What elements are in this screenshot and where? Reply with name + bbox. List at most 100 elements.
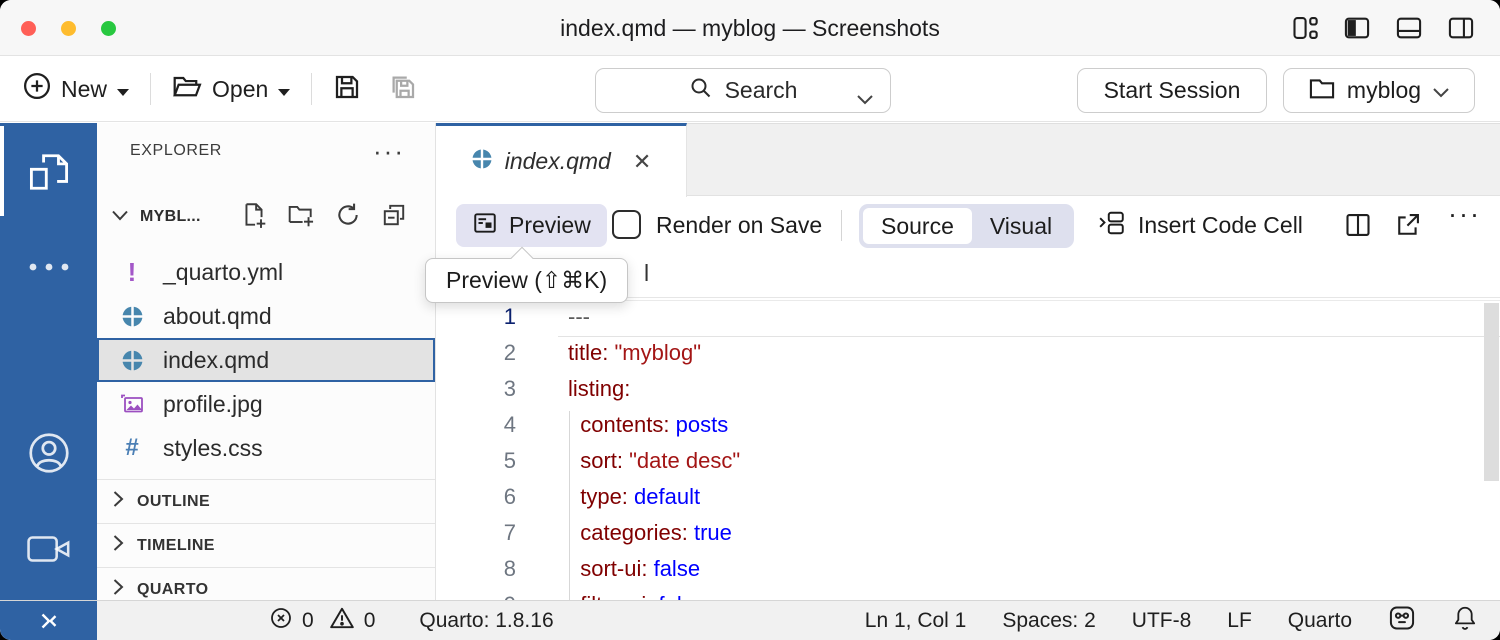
open-button-label: Open (212, 76, 268, 103)
workspace-label: myblog (1347, 77, 1421, 104)
chevron-down-icon (116, 76, 130, 103)
refresh-icon[interactable] (335, 202, 361, 233)
visual-mode-button[interactable]: Visual (972, 208, 1070, 244)
indentation-status[interactable]: Spaces: 2 (1002, 609, 1095, 633)
code-line[interactable]: 6 type: default (436, 479, 1500, 515)
language-mode-status[interactable]: Quarto (1288, 609, 1352, 633)
insert-code-cell-icon (1098, 210, 1126, 242)
error-count: 0 (302, 609, 314, 633)
file-row-styles-css[interactable]: # styles.css (97, 426, 435, 470)
workspace-name: MYBL... (140, 208, 201, 226)
preview-button[interactable]: Preview (456, 204, 607, 247)
window-title: index.qmd — myblog — Screenshots (0, 0, 1500, 56)
code-editor[interactable]: 1 --- 2 title: "myblog" 3 listing: 4 con… (436, 299, 1500, 600)
open-external-icon[interactable] (1394, 211, 1422, 244)
quarto-icon (471, 148, 493, 175)
preview-label: Preview (509, 212, 591, 239)
source-mode-button[interactable]: Source (863, 208, 972, 244)
code-line[interactable]: 5 sort: "date desc" (436, 443, 1500, 479)
divider (841, 210, 842, 241)
new-folder-icon[interactable] (287, 201, 315, 234)
save-all-icon[interactable] (388, 72, 418, 107)
editor-more-actions-icon[interactable]: ··· (1448, 199, 1481, 230)
file-row-about-qmd[interactable]: about.qmd (97, 294, 435, 338)
editor-scrollbar[interactable] (1484, 303, 1499, 481)
start-session-button[interactable]: Start Session (1077, 68, 1267, 113)
code-line[interactable]: 3 listing: (436, 371, 1500, 407)
chevron-right-icon (111, 489, 125, 514)
cursor-position-status[interactable]: Ln 1, Col 1 (865, 609, 967, 633)
render-on-save-label: Render on Save (656, 197, 822, 254)
new-button[interactable]: New (22, 71, 130, 107)
quarto-icon (117, 305, 147, 328)
collapse-all-icon[interactable] (381, 202, 407, 233)
file-row-quarto-yml[interactable]: ! _quarto.yml (97, 250, 435, 294)
warning-count: 0 (364, 609, 376, 633)
yaml-warning-icon: ! (117, 257, 147, 288)
folder-open-icon (171, 71, 203, 107)
workspace-tree-header[interactable]: MYBL... (97, 193, 435, 241)
explorer-more-icon[interactable]: ··· (373, 146, 405, 156)
start-session-label: Start Session (1104, 77, 1241, 104)
chevron-right-icon (111, 533, 125, 558)
code-line[interactable]: 7 categories: true (436, 515, 1500, 551)
save-icon[interactable] (332, 72, 362, 107)
split-editor-icon[interactable] (1344, 211, 1372, 244)
divider (150, 73, 151, 105)
new-file-icon[interactable] (241, 201, 267, 234)
toggle-secondary-sidebar-icon[interactable] (1446, 14, 1476, 42)
section-quarto[interactable]: QUARTO (97, 567, 435, 600)
preview-tooltip: Preview (⇧⌘K) (425, 258, 628, 303)
more-views-icon[interactable] (0, 261, 97, 273)
status-bar: 0 0 Quarto: 1.8.16 Ln 1, Col 1 Spaces: 2… (0, 600, 1500, 640)
code-line[interactable]: 9 filter-ui: fal (436, 587, 1500, 600)
image-icon (117, 392, 147, 416)
preview-icon (472, 210, 498, 242)
chevron-right-icon (111, 577, 125, 600)
section-timeline[interactable]: TIMELINE (97, 523, 435, 567)
code-line[interactable]: 4 contents: posts (436, 407, 1500, 443)
customize-layout-icon[interactable] (1290, 14, 1320, 42)
feedback-smiley-icon[interactable] (1388, 604, 1416, 638)
chevron-down-icon (110, 208, 130, 227)
quarto-version-status[interactable]: Quarto: 1.8.16 (419, 609, 553, 633)
camera-icon[interactable] (0, 531, 97, 567)
account-icon[interactable] (0, 430, 97, 476)
close-tab-icon[interactable]: ✕ (633, 149, 651, 175)
search-input[interactable]: Search (595, 68, 891, 113)
code-line[interactable]: 1 --- (436, 299, 1500, 335)
explorer-title: EXPLORER (130, 142, 222, 160)
editor-group: index.qmd ✕ Preview Render on Save (435, 123, 1500, 600)
file-row-index-qmd[interactable]: index.qmd (97, 338, 435, 382)
section-outline[interactable]: OUTLINE (97, 479, 435, 523)
eol-status[interactable]: LF (1227, 609, 1252, 633)
error-icon (269, 606, 293, 636)
chevron-down-icon (277, 76, 291, 103)
code-line[interactable]: 8 sort-ui: false (436, 551, 1500, 587)
insert-code-cell-label: Insert Code Cell (1138, 212, 1303, 239)
insert-code-cell-button[interactable]: Insert Code Cell (1098, 197, 1303, 254)
toggle-primary-sidebar-icon[interactable] (1342, 14, 1372, 42)
file-row-profile-jpg[interactable]: profile.jpg (97, 382, 435, 426)
problems-status[interactable]: 0 0 (269, 606, 375, 636)
search-icon (689, 76, 713, 106)
explorer-panel: EXPLORER ··· MYBL... (97, 123, 435, 600)
warning-icon (329, 606, 355, 636)
explorer-activity-icon[interactable] (0, 149, 97, 195)
render-on-save-checkbox[interactable] (612, 210, 641, 239)
notifications-bell-icon[interactable] (1452, 604, 1478, 638)
encoding-status[interactable]: UTF-8 (1132, 609, 1192, 633)
open-button[interactable]: Open (171, 71, 291, 107)
breadcrumb-fragment: l (644, 260, 649, 287)
code-line[interactable]: 2 title: "myblog" (436, 335, 1500, 371)
toggle-panel-icon[interactable] (1394, 14, 1424, 42)
tab-index-qmd[interactable]: index.qmd ✕ (436, 123, 687, 197)
remote-indicator[interactable] (0, 601, 97, 640)
workspace-switcher-button[interactable]: myblog (1283, 68, 1475, 113)
source-visual-toggle: Source Visual (859, 204, 1074, 248)
new-button-label: New (61, 76, 107, 103)
titlebar: index.qmd — myblog — Screenshots (0, 0, 1500, 56)
plus-circle-icon (22, 71, 52, 107)
quarto-icon (117, 349, 147, 372)
top-action-bar: New Open (0, 57, 1500, 122)
